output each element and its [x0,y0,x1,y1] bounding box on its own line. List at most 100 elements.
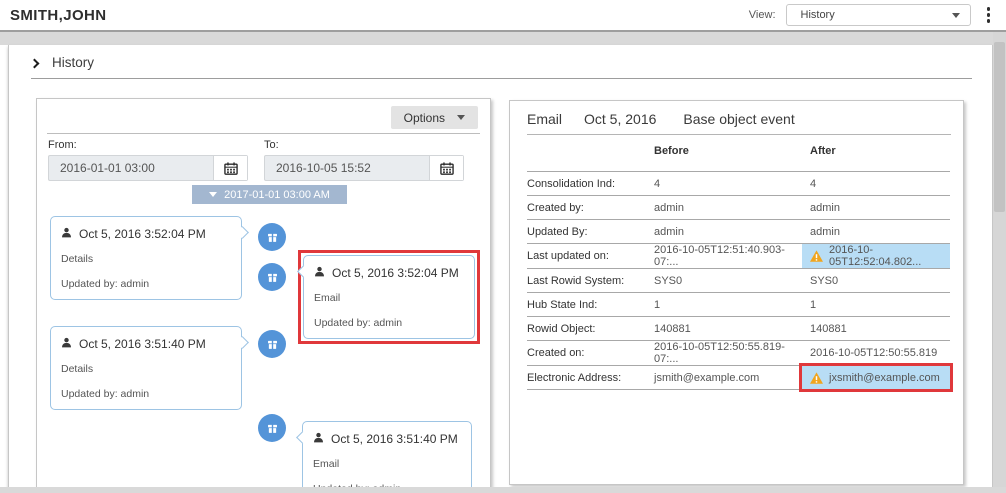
event-timestamp: Oct 5, 2016 3:51:40 PM [79,336,206,352]
section-rule [31,78,972,79]
after-value-text: 2016-10-05T12:52:04.802... [829,244,950,268]
chevron-down-icon [209,192,217,197]
before-value: 4 [654,178,802,190]
from-field: From: 2016-01-01 03:00 [48,139,248,181]
after-value: 1 [802,293,950,316]
after-value-text: admin [810,226,840,238]
options-rule [47,133,480,134]
event-card-body: Email Updated by: admin [303,458,471,488]
event-card-body: Details Updated by: admin [51,363,241,409]
after-value-text: 4 [810,178,816,190]
chevron-down-icon [952,13,960,18]
selected-event-highlight: Oct 5, 2016 3:52:04 PM Email Updated by:… [298,250,480,344]
detail-title-type: Email [527,111,562,127]
to-date-input[interactable]: 2016-10-05 15:52 [264,155,464,181]
row-label: Last updated on: [527,250,654,262]
after-value: 2016-10-05T12:52:04.802... [802,244,950,268]
warning-icon [810,250,823,262]
before-value: 140881 [654,323,802,335]
person-icon [314,266,325,277]
table-row: Consolidation Ind: 4 4 [527,172,950,196]
after-value-text: 140881 [810,323,847,335]
person-icon [61,227,72,238]
scrollbar-thumb[interactable] [994,42,1005,212]
timeline-event-card[interactable]: Oct 5, 2016 3:51:40 PM Email Updated by:… [302,421,472,488]
event-type: Email [313,458,461,470]
row-label: Created on: [527,347,654,359]
timeline-canvas: 2017-01-01 03:00 AM Oct 5, 2016 3:52:04 … [37,183,491,488]
calendar-icon[interactable] [429,156,463,180]
header-right: View: History [749,4,996,26]
table-column-headers: Before After [527,145,950,157]
after-value-text: SYS0 [810,275,838,287]
after-value: jxsmith@example.com [802,366,950,389]
table-row: Created on: 2016-10-05T12:50:55.819-07:.… [527,341,950,366]
from-label: From: [48,139,248,151]
base-object-event-icon[interactable] [258,223,286,251]
chevron-down-icon [457,115,465,120]
detail-title-event: Base object event [683,111,794,127]
before-value: 1 [654,299,802,311]
before-value: admin [654,202,802,214]
vertical-scrollbar[interactable] [993,32,1006,493]
to-field: To: 2016-10-05 15:52 [264,139,464,181]
event-updated-by: Updated by: admin [314,317,464,329]
table-row: Hub State Ind: 1 1 [527,293,950,317]
event-card-body: Email Updated by: admin [304,292,474,338]
detail-panel: Email Oct 5, 2016 Base object event Befo… [509,100,964,485]
timeline-event-card[interactable]: Oct 5, 2016 3:52:04 PM Details Updated b… [50,216,242,300]
page: SMITH,JOHN View: History History Options [0,0,1006,493]
chevron-right-icon [30,58,40,68]
event-timestamp: Oct 5, 2016 3:52:04 PM [332,265,459,281]
app-header: SMITH,JOHN View: History [0,0,1006,30]
after-value-text: 1 [810,299,816,311]
table-row: Electronic Address: jsmith@example.com j… [527,366,950,390]
options-button-label: Options [404,111,445,125]
from-date-input[interactable]: 2016-01-01 03:00 [48,155,248,181]
row-label: Created by: [527,202,654,214]
event-card-header: Oct 5, 2016 3:52:04 PM [51,217,241,242]
row-label: Updated By: [527,226,654,238]
detail-title-date: Oct 5, 2016 [584,111,656,127]
after-value: admin [802,220,950,243]
comparison-table: Consolidation Ind: 4 4 Created by: admin… [527,171,950,390]
row-label: Hub State Ind: [527,299,654,311]
event-type: Email [314,292,464,304]
base-object-event-icon[interactable] [258,263,286,291]
row-label: Electronic Address: [527,372,654,384]
event-card-header: Oct 5, 2016 3:52:04 PM [304,256,474,281]
event-updated-by: Updated by: admin [61,388,231,400]
calendar-icon[interactable] [213,156,247,180]
after-value: admin [802,196,950,219]
after-column-header: After [802,145,950,157]
before-value: 2016-10-05T12:50:55.819-07:... [654,341,802,365]
timeline-event-card[interactable]: Oct 5, 2016 3:51:40 PM Details Updated b… [50,326,242,410]
view-label: View: [749,9,776,21]
table-row: Last updated on: 2016-10-05T12:51:40.903… [527,244,950,269]
base-object-event-icon[interactable] [258,330,286,358]
after-value: 140881 [802,317,950,340]
base-object-event-icon[interactable] [258,414,286,442]
date-range-row: From: 2016-01-01 03:00 To: 2016-10-05 15… [48,139,464,181]
history-section-header[interactable]: History [31,55,94,70]
after-value: SYS0 [802,269,950,292]
after-value: 4 [802,172,950,195]
bottom-strip [0,487,1006,493]
timeline-event-card[interactable]: Oct 5, 2016 3:52:04 PM Email Updated by:… [303,255,475,339]
kebab-menu-icon[interactable] [981,5,997,25]
to-label: To: [264,139,464,151]
options-button[interactable]: Options [391,106,478,129]
row-label: Rowid Object: [527,323,654,335]
detail-title: Email Oct 5, 2016 Base object event [527,111,795,127]
event-updated-by: Updated by: admin [61,278,231,290]
timeline-group-header[interactable]: 2017-01-01 03:00 AM [192,185,347,204]
event-type: Details [61,253,231,265]
to-date-value[interactable]: 2016-10-05 15:52 [265,156,429,180]
event-card-header: Oct 5, 2016 3:51:40 PM [303,422,471,447]
from-date-value[interactable]: 2016-01-01 03:00 [49,156,213,180]
after-value-text: 2016-10-05T12:50:55.819 [810,347,937,359]
warning-icon [810,372,823,384]
view-dropdown[interactable]: History [786,4,971,26]
event-type: Details [61,363,231,375]
group-header-label: 2017-01-01 03:00 AM [224,189,330,201]
